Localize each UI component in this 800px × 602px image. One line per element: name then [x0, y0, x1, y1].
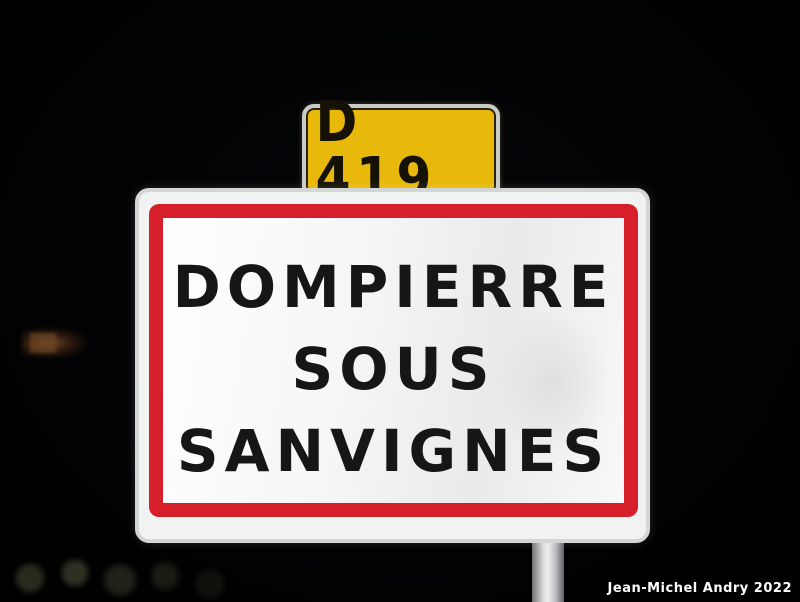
town-name-line-1: DOMPIERRE — [172, 253, 615, 321]
route-number-plate: D 419 — [302, 95, 500, 207]
town-entry-sign: DOMPIERRE SOUS SANVIGNES — [135, 188, 650, 543]
distant-window — [30, 333, 56, 353]
town-name-line-2: SOUS — [291, 335, 496, 403]
sign-red-border: DOMPIERRE SOUS SANVIGNES — [149, 204, 638, 517]
photo-credit: Jean-Michel Andry 2022 — [607, 581, 792, 596]
night-scene-photo: D 419 DOMPIERRE SOUS SANVIGNES Jean-Mich… — [0, 0, 800, 602]
town-name-line-3: SANVIGNES — [176, 417, 611, 485]
bushes — [0, 548, 330, 602]
